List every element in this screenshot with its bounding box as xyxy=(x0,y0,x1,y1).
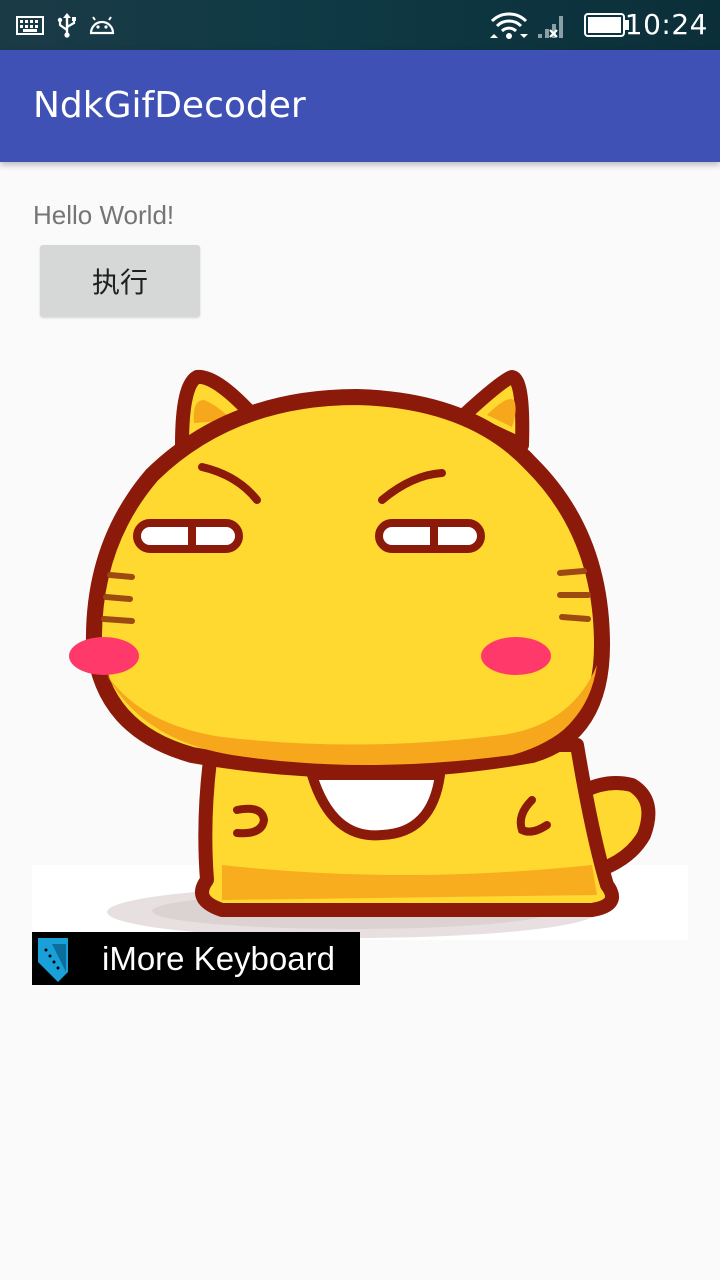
cell-signal-no-service-icon xyxy=(538,16,563,38)
battery-icon xyxy=(584,13,629,37)
status-clock: 10:24 xyxy=(624,8,708,41)
imore-keyboard-watermark: iMore Keyboard xyxy=(32,932,360,985)
watermark-text: iMore Keyboard xyxy=(102,940,335,977)
wifi-icon xyxy=(490,12,528,39)
android-debug-icon xyxy=(89,16,115,35)
hello-text: Hello World! xyxy=(33,200,175,230)
imore-logo-icon xyxy=(32,932,96,985)
run-button[interactable]: 执行 xyxy=(40,245,200,317)
status-bar: 10:24 xyxy=(0,0,720,50)
keyboard-icon xyxy=(16,16,44,35)
app-bar: NdkGifDecoder xyxy=(0,50,720,162)
cat-gif-image xyxy=(32,369,688,940)
usb-icon xyxy=(57,13,76,38)
app-title: NdkGifDecoder xyxy=(33,85,306,126)
